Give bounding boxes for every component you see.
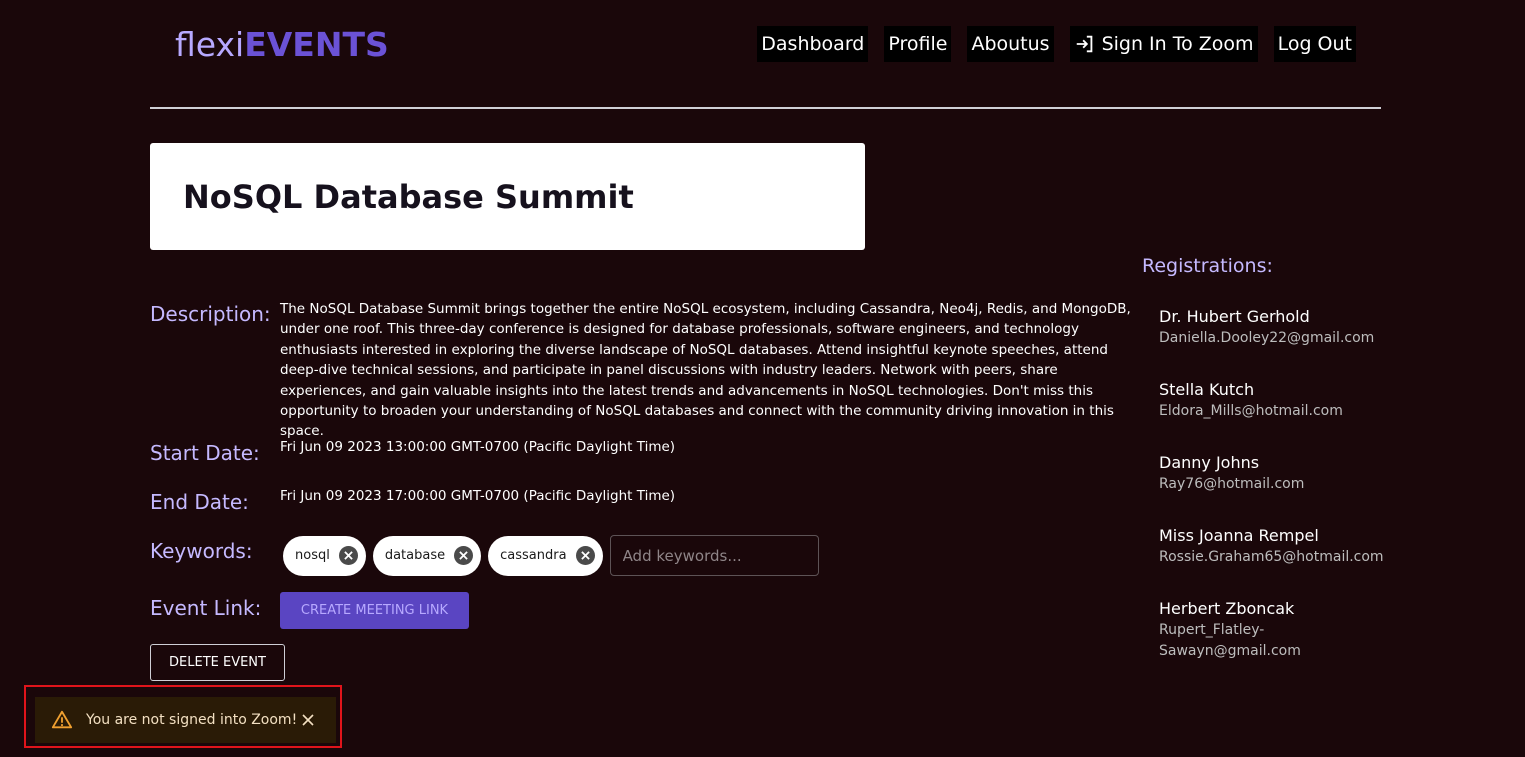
- delete-event-button[interactable]: DELETE EVENT: [150, 644, 285, 681]
- warning-icon: [51, 710, 73, 729]
- registration-item: Miss Joanna Rempel Rossie.Graham65@hotma…: [1159, 526, 1384, 599]
- registrant-email: Eldora_Mills@hotmail.com: [1159, 403, 1343, 419]
- event-title-card: NoSQL Database Summit: [150, 143, 865, 250]
- registrant-email: Daniella.Dooley22@gmail.com: [1159, 330, 1375, 346]
- remove-chip-icon[interactable]: [575, 546, 595, 565]
- registrant-name: Miss Joanna Rempel: [1159, 526, 1319, 545]
- nav-sign-in-zoom[interactable]: Sign In To Zoom: [1069, 26, 1258, 62]
- close-icon[interactable]: [302, 714, 314, 726]
- remove-chip-icon[interactable]: [338, 546, 358, 565]
- keyword-chip[interactable]: nosql: [283, 535, 366, 576]
- registrant-email: Ray76@hotmail.com: [1159, 476, 1305, 492]
- description-label: Description:: [150, 302, 271, 326]
- start-date-label: Start Date:: [150, 441, 260, 465]
- logo-bold-text: EVENTS: [244, 24, 389, 64]
- registrant-name: Herbert Zboncak: [1159, 599, 1295, 618]
- nav-aboutus[interactable]: Aboutus: [967, 26, 1054, 62]
- registration-item: Dr. Hubert Gerhold Daniella.Dooley22@gma…: [1159, 307, 1379, 380]
- event-link-label: Event Link:: [150, 596, 262, 620]
- remove-chip-icon[interactable]: [454, 546, 474, 565]
- registrant-email: Rupert_Flatley-Sawayn@gmail.com: [1159, 622, 1301, 659]
- event-details-page: flexiEVENTS Dashboard Profile Aboutus Si…: [0, 0, 1525, 757]
- keywords-chips: nosql database cassandra: [283, 535, 819, 576]
- header-divider: [150, 107, 1381, 109]
- registration-item: Danny Johns Ray76@hotmail.com: [1159, 453, 1379, 526]
- event-title: NoSQL Database Summit: [183, 177, 634, 216]
- start-date-value: Fri Jun 09 2023 13:00:00 GMT-0700 (Pacif…: [280, 439, 676, 455]
- keywords-label: Keywords:: [150, 539, 253, 563]
- keyword-chip[interactable]: database: [372, 535, 482, 576]
- end-date-value: Fri Jun 09 2023 17:00:00 GMT-0700 (Pacif…: [280, 488, 676, 504]
- nav-dashboard[interactable]: Dashboard: [757, 26, 869, 62]
- nav-sign-in-zoom-label: Sign In To Zoom: [1101, 33, 1254, 55]
- app-logo[interactable]: flexiEVENTS: [175, 25, 389, 64]
- registrant-name: Danny Johns: [1159, 453, 1260, 472]
- registrant-name: Stella Kutch: [1159, 380, 1255, 399]
- logo-light-text: flexi: [175, 24, 245, 64]
- keyword-chip-label: cassandra: [500, 548, 567, 563]
- login-icon: [1076, 35, 1092, 53]
- registrant-email: Rossie.Graham65@hotmail.com: [1159, 549, 1384, 565]
- registrations-title: Registrations:: [1142, 255, 1273, 277]
- toast-message: You are not signed into Zoom!: [86, 712, 298, 728]
- main-nav: Dashboard Profile Aboutus Sign In To Zoo…: [757, 26, 1356, 62]
- keyword-chip-label: database: [384, 548, 446, 563]
- nav-logout[interactable]: Log Out: [1273, 26, 1356, 62]
- create-meeting-link-button[interactable]: CREATE MEETING LINK: [280, 592, 469, 629]
- nav-profile[interactable]: Profile: [884, 26, 952, 62]
- end-date-label: End Date:: [150, 490, 249, 514]
- registration-item: Stella Kutch Eldora_Mills@hotmail.com: [1159, 380, 1379, 453]
- registrant-name: Dr. Hubert Gerhold: [1159, 307, 1310, 326]
- keyword-chip[interactable]: cassandra: [488, 535, 603, 576]
- add-keywords-input[interactable]: [609, 535, 819, 576]
- description-text: The NoSQL Database Summit brings togethe…: [280, 301, 1131, 440]
- zoom-warning-toast: You are not signed into Zoom!: [35, 697, 336, 743]
- top-header: flexiEVENTS Dashboard Profile Aboutus Si…: [150, 12, 1380, 76]
- registration-item: Herbert Zboncak Rupert_Flatley-Sawayn@gm…: [1159, 599, 1379, 672]
- registrations-list: Dr. Hubert Gerhold Daniella.Dooley22@gma…: [1159, 307, 1384, 672]
- keyword-chip-label: nosql: [295, 548, 330, 563]
